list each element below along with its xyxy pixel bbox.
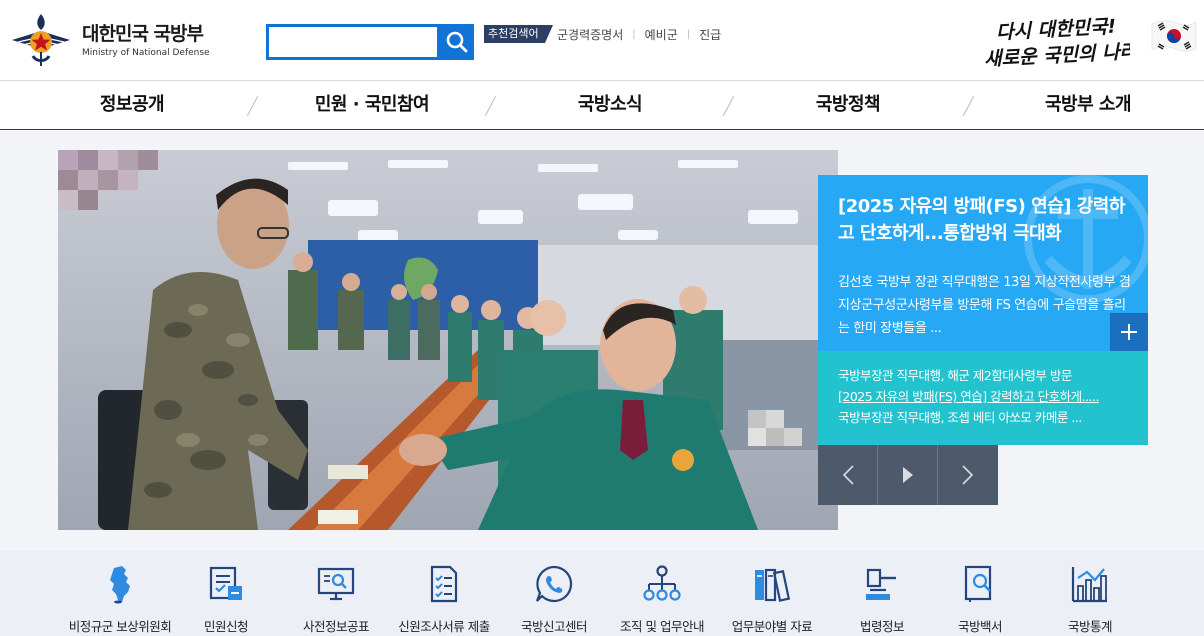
keyword-link-reserve-forces[interactable]: 예비군 xyxy=(645,26,678,43)
quick-item-label: 사전정보공표 xyxy=(302,619,370,634)
search-input[interactable] xyxy=(269,27,437,57)
nav-item-information-disclosure[interactable]: 정보공개 xyxy=(52,81,212,129)
quick-item-label: 국방백서 xyxy=(957,619,1003,634)
monitor-search-icon xyxy=(317,567,355,601)
meeting-handshake-image xyxy=(58,150,838,530)
divider: | xyxy=(686,28,691,40)
nav-item-civil-petition[interactable]: 민원 · 국민참여 xyxy=(282,81,462,129)
play-button[interactable] xyxy=(878,445,938,505)
nav-item-defense-news[interactable]: 국방소식 xyxy=(530,81,690,129)
nav-divider xyxy=(246,96,259,116)
more-button[interactable] xyxy=(1110,313,1148,351)
quick-item-organization-guide[interactable]: 조직 및 업무안내 xyxy=(602,564,722,635)
quick-item-label: 민원신청 xyxy=(203,619,249,634)
quick-item-data-by-field[interactable]: 업무분야별 자료 xyxy=(712,564,832,635)
form-document-icon xyxy=(209,566,242,600)
feature-news-card[interactable]: [2025 자유의 방패(FS) 연습] 강력하고 단호하게...통합방위 극대… xyxy=(818,175,1148,351)
ministry-emblem-icon xyxy=(12,14,70,66)
quick-item-label: 조직 및 업무안내 xyxy=(620,619,704,634)
quick-item-prior-disclosure[interactable]: 사전정보공표 xyxy=(276,564,396,635)
quick-item-compensation-committee[interactable]: 비정규군 보상위원회 xyxy=(60,564,180,635)
recommended-keyword-links: 군경력증명서 | 예비군 | 진급 xyxy=(557,25,721,43)
government-slogan: 다시 대한민국! 새로운 국민의 나라 xyxy=(984,16,1130,70)
binders-icon xyxy=(755,568,791,602)
prev-slide-button[interactable] xyxy=(818,445,878,505)
quick-item-label: 신원조사서류 제출 xyxy=(398,619,490,634)
checklist-document-icon xyxy=(430,565,458,603)
plus-icon xyxy=(1121,324,1137,340)
nav-item-about-ministry[interactable]: 국방부 소개 xyxy=(1008,81,1168,129)
gavel-icon xyxy=(866,568,896,600)
nav-divider xyxy=(484,96,497,116)
news-list-item[interactable]: 국방부장관 직무대행, 해군 제2함대사령부 방문 xyxy=(838,365,1128,386)
news-list-item[interactable]: 국방부장관 직무대행, 조셉 베티 아쏘모 카메룬 ... xyxy=(838,407,1128,428)
quick-item-label: 비정규군 보상위원회 xyxy=(68,619,172,634)
keyword-link-promotion[interactable]: 진급 xyxy=(699,26,721,43)
play-icon xyxy=(902,467,913,483)
quick-item-defense-white-paper[interactable]: 국방백서 xyxy=(920,564,1040,635)
org-chart-icon xyxy=(643,565,681,601)
site-header: 대한민국 국방부 Ministry of National Defense 추천… xyxy=(0,0,1204,80)
recommended-keywords-tag: 추천검색어 xyxy=(484,25,553,43)
news-headline-list: 국방부장관 직무대행, 해군 제2함대사령부 방문 [2025 자유의 방패(F… xyxy=(818,351,1148,445)
korea-map-icon xyxy=(110,566,130,604)
slogan-line-1: 다시 대한민국! xyxy=(995,16,1116,44)
feature-news-title[interactable]: [2025 자유의 방패(FS) 연습] 강력하고 단호하게...통합방위 극대… xyxy=(838,193,1134,247)
ministry-logo[interactable]: 대한민국 국방부 Ministry of National Defense xyxy=(8,12,228,68)
nav-divider xyxy=(722,96,735,116)
news-list-item-active[interactable]: [2025 자유의 방패(FS) 연습] 강력하고 단호하게..... xyxy=(838,386,1128,407)
search-button[interactable] xyxy=(440,24,474,60)
keyword-link-career-certificate[interactable]: 군경력증명서 xyxy=(557,26,623,43)
next-slide-button[interactable] xyxy=(938,445,998,505)
logo-title-en: Ministry of National Defense xyxy=(82,47,210,58)
chevron-left-icon xyxy=(842,465,854,485)
chevron-right-icon xyxy=(962,465,974,485)
bar-chart-icon xyxy=(1071,567,1107,603)
feature-news-summary: 김선호 국방부 장관 직무대행은 13일 지상작전사령부 겸 지상군구성군사령부… xyxy=(838,275,1131,336)
nav-item-defense-policy[interactable]: 국방정책 xyxy=(768,81,928,129)
divider: | xyxy=(632,28,636,40)
slider-controls xyxy=(818,445,998,505)
nav-divider xyxy=(962,96,975,116)
feature-photo[interactable] xyxy=(58,150,838,530)
logo-text: 대한민국 국방부 Ministry of National Defense xyxy=(82,23,210,58)
quick-menu: 비정규군 보상위원회 민원신청 사전정보공표 신원조사서류 제출 국방신고센터 … xyxy=(0,550,1204,636)
book-search-icon xyxy=(964,565,992,602)
phone-bubble-icon xyxy=(535,565,573,603)
quick-item-label: 국방신고센터 xyxy=(520,619,588,634)
search-box xyxy=(266,24,440,60)
search-icon xyxy=(446,31,468,53)
slogan-line-2: 새로운 국민의 나라 xyxy=(984,40,1130,70)
quick-item-label: 업무분야별 자료 xyxy=(731,619,813,634)
main-navigation: 정보공개 민원 · 국민참여 국방소식 국방정책 국방부 소개 xyxy=(0,80,1204,130)
quick-item-defense-statistics[interactable]: 국방통계 xyxy=(1030,564,1150,635)
quick-item-background-check-submission[interactable]: 신원조사서류 제출 xyxy=(384,564,504,635)
quick-item-label: 국방통계 xyxy=(1067,619,1113,634)
quick-item-defense-report-center[interactable]: 국방신고센터 xyxy=(494,564,614,635)
quick-item-petition-request[interactable]: 민원신청 xyxy=(166,564,286,635)
taegukgi-flag-icon xyxy=(1151,20,1197,52)
logo-title-ko: 대한민국 국방부 xyxy=(82,22,204,45)
